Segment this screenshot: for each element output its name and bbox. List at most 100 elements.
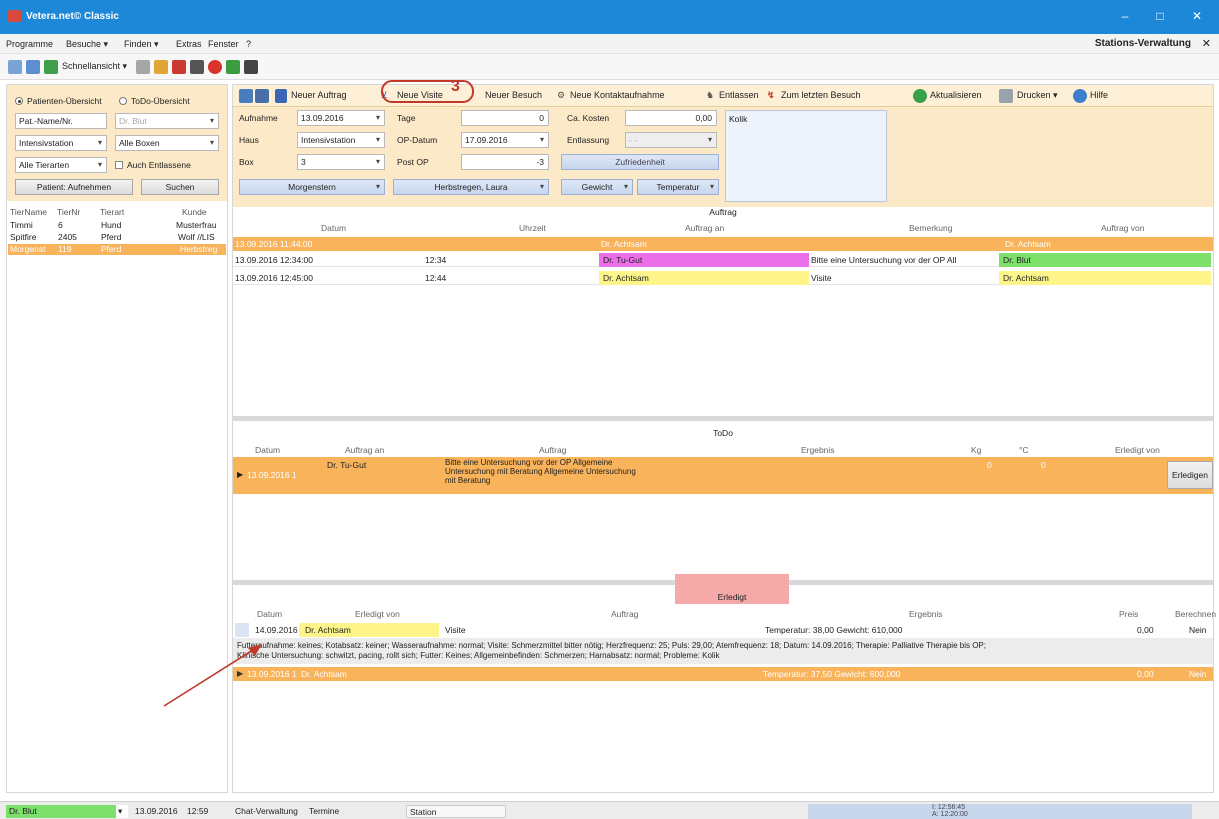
settings-icon[interactable]	[136, 60, 150, 74]
user-dropdown-icon[interactable]: ▾	[116, 805, 128, 818]
new-icon[interactable]	[8, 60, 22, 74]
tage-field[interactable]: 0	[461, 110, 549, 126]
radio-patients-overview[interactable]	[15, 97, 23, 105]
menu-help[interactable]: ?	[246, 39, 251, 49]
menu-besuche[interactable]: Besuche ▾	[66, 39, 108, 50]
col-tiername[interactable]: TierName	[10, 207, 47, 217]
entlassung-field[interactable]: - -	[625, 132, 717, 148]
auftrag-col-uhrzeit[interactable]: Uhrzeit	[519, 223, 546, 233]
cell-bemerkung: Bitte eine Untersuchung vor der OP All	[811, 255, 957, 265]
search-button[interactable]: Suchen	[141, 179, 219, 195]
save-icon[interactable]	[239, 89, 253, 103]
notes-field[interactable]: Kolik	[725, 110, 887, 202]
help-button[interactable]: Hilfe	[1090, 90, 1108, 100]
erledigt-row-selected[interactable]: ▶ 13.09.2016 1 Dr. Achtsam Temperatur: 3…	[233, 667, 1213, 681]
auftrag-row[interactable]: 13.09.2016 12:45:00 12:44 Dr. Achtsam Vi…	[233, 271, 1213, 285]
erledigt-row[interactable]: 14.09.2016 0 Dr. Achtsam Visite Temperat…	[233, 623, 1213, 637]
erledigt-col-ergebnis[interactable]: Ergebnis	[909, 609, 943, 619]
auftrag-row[interactable]: 13.09.2016 12:34:00 12:34 Dr. Tu-Gut Bit…	[233, 253, 1213, 267]
splitter-1[interactable]	[233, 416, 1213, 421]
include-discharged-checkbox[interactable]	[115, 161, 123, 169]
patient-name-button[interactable]: Morgenstern	[239, 179, 385, 195]
complete-todo-button[interactable]: Erledigen	[1167, 461, 1213, 489]
schnellansicht-menu[interactable]: Schnellansicht ▾	[62, 61, 127, 72]
menu-programme[interactable]: Programme	[6, 39, 53, 49]
haus-select[interactable]: Intensivstation	[297, 132, 385, 148]
current-user-field[interactable]: Dr. Blut	[6, 805, 116, 818]
close-window-button[interactable]: ✕	[1182, 6, 1212, 26]
col-tiernr[interactable]: TierNr	[57, 207, 80, 217]
minimize-button[interactable]: –	[1110, 6, 1140, 26]
delete-icon[interactable]	[255, 89, 269, 103]
species-select[interactable]: Alle Tierarten	[15, 157, 107, 173]
kosten-field[interactable]: 0,00	[625, 110, 717, 126]
todo-col-erledigt-von[interactable]: Erledigt von	[1115, 445, 1160, 455]
postop-field[interactable]: -3	[461, 154, 549, 170]
satisfaction-button[interactable]: Zufriedenheit	[561, 154, 719, 170]
todo-col-ergebnis[interactable]: Ergebnis	[801, 445, 835, 455]
cell-uhrzeit: 12:44	[425, 273, 447, 283]
station-select[interactable]: Intensivstation	[15, 135, 107, 151]
patient-row[interactable]: Spitfire 2405 Pferd Wolf //LIS	[8, 232, 226, 243]
new-visit-action-button[interactable]: Neuer Besuch	[485, 90, 542, 100]
cell-datum: 13.09.2016 1	[247, 470, 297, 480]
auftrag-row-selected[interactable]: 13.09.2016 11:44:00 Dr. Achtsam Dr. Acht…	[233, 237, 1213, 251]
tab-station[interactable]: Station	[406, 805, 506, 818]
tab-termine[interactable]: Termine	[306, 805, 339, 818]
lifebuoy-icon[interactable]	[208, 60, 222, 74]
refresh-button[interactable]: Aktualisieren	[930, 90, 982, 100]
vet-select[interactable]: Dr. Blut	[115, 113, 219, 129]
discharge-button[interactable]: Entlassen	[719, 90, 759, 100]
cell-berechnen: Nein	[1189, 625, 1207, 635]
print-button[interactable]: Drucken ▾	[1017, 90, 1058, 101]
maximize-button[interactable]: □	[1145, 6, 1175, 26]
box-select[interactable]: 3	[297, 154, 385, 170]
menu-extras[interactable]: Extras	[176, 39, 202, 49]
auftrag-col-bemerkung[interactable]: Bemerkung	[909, 223, 952, 233]
module-close-button[interactable]: ✕	[1202, 37, 1211, 50]
erledigt-col-datum[interactable]: Datum	[257, 609, 282, 619]
menu-fenster[interactable]: Fenster	[208, 39, 239, 49]
menu-finden[interactable]: Finden ▾	[124, 39, 159, 50]
patient-row-selected[interactable]: Morgenst 119 Pferd Herbstreg	[8, 244, 226, 255]
cart-icon[interactable]	[44, 60, 58, 74]
opdatum-field[interactable]: 17.09.2016	[461, 132, 549, 148]
radio-todo-overview[interactable]	[119, 97, 127, 105]
tab-chat[interactable]: Chat-Verwaltung	[232, 805, 298, 818]
auftrag-col-datum[interactable]: Datum	[321, 223, 346, 233]
erledigt-col-berechnen[interactable]: Berechnen	[1175, 609, 1216, 619]
erledigt-col-preis[interactable]: Preis	[1119, 609, 1138, 619]
patient-row[interactable]: Timmi 6 Hund Musterfrau	[8, 220, 226, 231]
new-order-button[interactable]: Neuer Auftrag	[291, 90, 347, 100]
col-kunde[interactable]: Kunde	[182, 207, 207, 217]
chart-icon[interactable]	[154, 60, 168, 74]
keyboard-icon[interactable]	[244, 60, 258, 74]
calendar-icon[interactable]	[26, 60, 40, 74]
admit-patient-button[interactable]: Patient: Aufnehmen	[15, 179, 133, 195]
todo-row[interactable]: ▶ 13.09.2016 1 Dr. Tu-Gut Bitte eine Unt…	[233, 457, 1213, 494]
todo-col-kg[interactable]: Kg	[971, 445, 981, 455]
tool-icon[interactable]	[172, 60, 186, 74]
cell-name: Spitfire	[10, 232, 37, 242]
todo-col-auftrag[interactable]: Auftrag	[539, 445, 566, 455]
boxes-select[interactable]: Alle Boxen	[115, 135, 219, 151]
last-visit-button[interactable]: Zum letzten Besuch	[781, 90, 861, 100]
people-icon[interactable]	[226, 60, 240, 74]
cell-ergebnis: Temperatur: 38,00 Gewicht: 610,000	[765, 625, 903, 635]
erledigt-col-auftrag[interactable]: Auftrag	[611, 609, 638, 619]
patient-name-input[interactable]: Pat.-Name/Nr.	[15, 113, 107, 129]
col-tierart[interactable]: Tierart	[100, 207, 124, 217]
syringe-icon[interactable]	[190, 60, 204, 74]
todo-col-datum[interactable]: Datum	[255, 445, 280, 455]
new-contact-button[interactable]: Neue Kontaktaufnahme	[570, 90, 665, 100]
temperature-button[interactable]: Temperatur	[637, 179, 719, 195]
discharge-icon: ♞	[706, 90, 715, 100]
auftrag-col-von[interactable]: Auftrag von	[1101, 223, 1144, 233]
aufnahme-date-field[interactable]: 13.09.2016	[297, 110, 385, 126]
todo-col-an[interactable]: Auftrag an	[345, 445, 384, 455]
erledigt-col-von[interactable]: Erledigt von	[355, 609, 400, 619]
owner-name-button[interactable]: Herbstregen, Laura	[393, 179, 549, 195]
auftrag-col-an[interactable]: Auftrag an	[685, 223, 724, 233]
weight-button[interactable]: Gewicht	[561, 179, 633, 195]
todo-col-temp[interactable]: °C	[1019, 445, 1029, 455]
